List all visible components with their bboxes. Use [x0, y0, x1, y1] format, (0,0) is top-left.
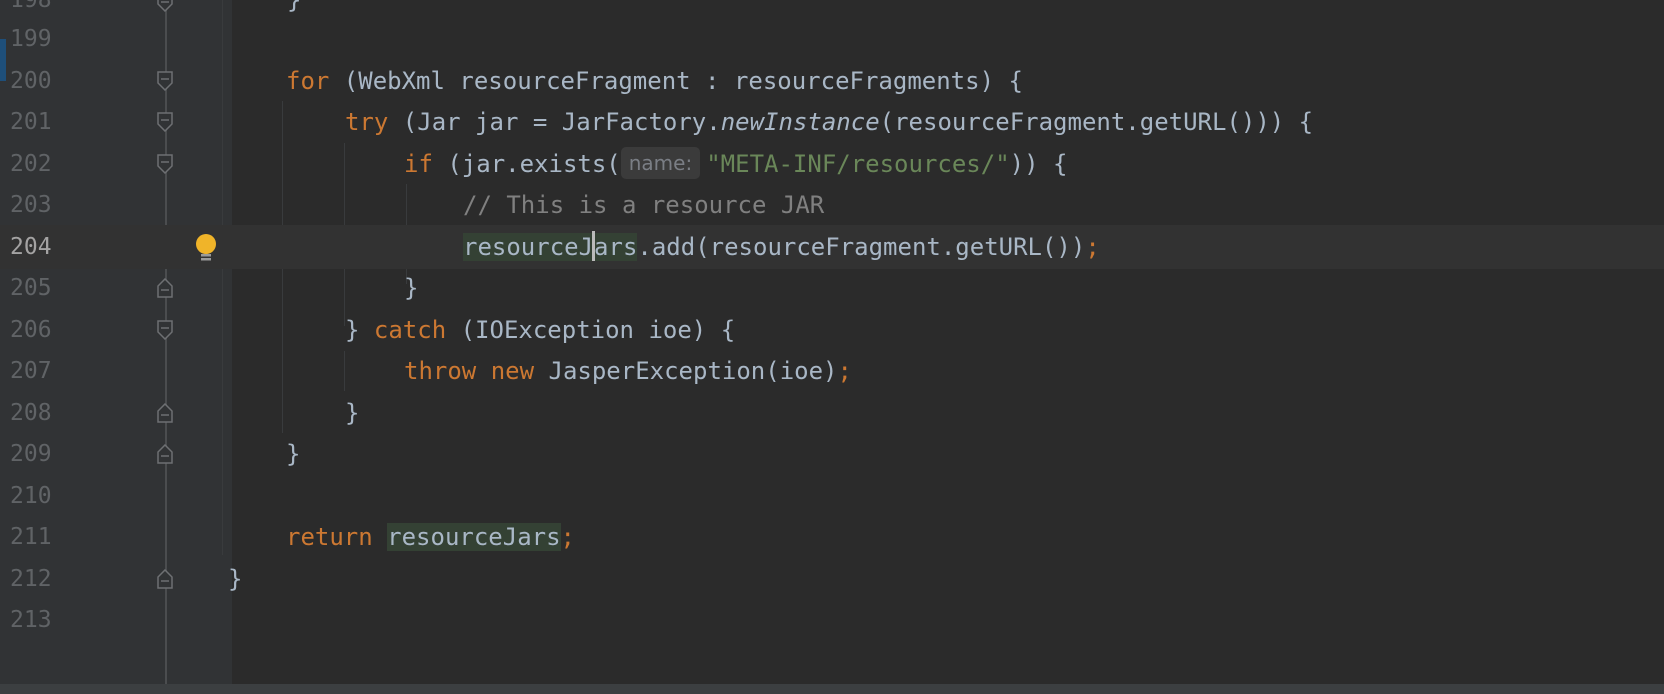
code-line: 208 }	[0, 391, 1664, 435]
line-number: 212	[10, 566, 52, 592]
code-line: 206 } catch (IOException ioe) {	[0, 308, 1664, 352]
line-number: 202	[10, 151, 52, 177]
code-editor[interactable]: 198 } 199 200 for (WebXml resourceFragme…	[0, 0, 1664, 694]
code-line: 203 // This is a resource JAR	[0, 183, 1664, 227]
line-number: 203	[10, 192, 52, 218]
line-number: 210	[10, 483, 52, 509]
line-number: 207	[10, 358, 52, 384]
fold-open-icon[interactable]	[157, 320, 173, 340]
code-line: 209 }	[0, 432, 1664, 476]
line-number: 213	[10, 607, 52, 633]
code-line: 200 for (WebXml resourceFragment : resou…	[0, 59, 1664, 103]
parameter-hint: name:	[620, 147, 701, 179]
code-text: throw new JasperException(ioe);	[404, 357, 852, 385]
code-line: 212 }	[0, 557, 1664, 601]
code-text: }	[404, 274, 419, 302]
code-text: } catch (IOException ioe) {	[345, 316, 736, 344]
line-number: 206	[10, 317, 52, 343]
code-line: 213	[0, 598, 1664, 642]
fold-close-icon[interactable]	[157, 569, 173, 589]
text-caret	[592, 231, 596, 261]
code-text: for (WebXml resourceFragment : resourceF…	[286, 67, 1023, 95]
fold-close-icon[interactable]	[157, 444, 173, 464]
fold-close-icon[interactable]	[157, 403, 173, 423]
scroll-strip	[0, 684, 1664, 694]
line-number: 211	[10, 524, 52, 550]
code-text: try (Jar jar = JarFactory.newInstance(re…	[345, 108, 1314, 136]
fold-close-icon[interactable]	[157, 278, 173, 298]
fold-open-icon[interactable]	[157, 112, 173, 132]
code-text: }	[345, 399, 360, 427]
code-line: 211 return resourceJars;	[0, 515, 1664, 559]
line-number: 208	[10, 400, 52, 426]
line-number: 205	[10, 275, 52, 301]
line-number: 199	[10, 26, 52, 52]
line-number: 204	[10, 234, 52, 260]
fold-close-icon[interactable]	[157, 0, 173, 12]
code-text[interactable]: resourceJars.add(resourceFragment.getURL…	[463, 225, 1100, 269]
line-number: 201	[10, 109, 52, 135]
code-line-current: 204 resourceJars.add(resourceFragment.ge…	[0, 225, 1664, 269]
fold-open-icon[interactable]	[157, 154, 173, 174]
line-number: 200	[10, 68, 52, 94]
line-number: 209	[10, 441, 52, 467]
code-text: // This is a resource JAR	[463, 191, 825, 219]
code-line: 202 if (jar.exists(name: "META-INF/resour…	[0, 142, 1664, 186]
code-text: }	[286, 440, 301, 468]
code-line: 210	[0, 474, 1664, 518]
code-line: 205 }	[0, 266, 1664, 310]
code-line: 199	[0, 17, 1664, 61]
code-text: return resourceJars;	[286, 523, 575, 551]
code-line: 201 try (Jar jar = JarFactory.newInstanc…	[0, 100, 1664, 144]
fold-open-icon[interactable]	[157, 71, 173, 91]
lightbulb-icon[interactable]	[193, 233, 219, 263]
code-text: if (jar.exists(name: "META-INF/resources/…	[404, 142, 1067, 186]
code-line: 207 throw new JasperException(ioe);	[0, 349, 1664, 393]
code-text: }	[228, 565, 243, 593]
